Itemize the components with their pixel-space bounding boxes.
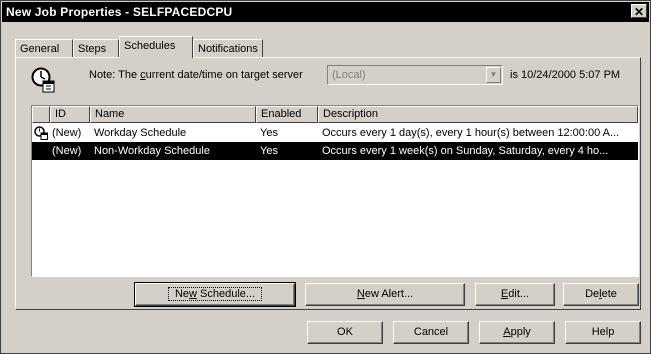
close-button[interactable]: ✕ — [631, 4, 647, 19]
table-row[interactable]: (New) Workday Schedule Yes Occurs every … — [32, 124, 638, 142]
column-header-enabled[interactable]: Enabled — [256, 106, 318, 123]
title-bar[interactable]: New Job Properties - SELFPACEDCPU ✕ — [2, 2, 649, 22]
tab-notifications[interactable]: Notifications — [193, 39, 263, 57]
row-enabled: Yes — [260, 145, 278, 157]
row-name: Workday Schedule — [94, 127, 187, 139]
row-name: Non-Workday Schedule — [94, 145, 210, 157]
table-row[interactable]: (New) Non-Workday Schedule Yes Occurs ev… — [32, 142, 638, 160]
row-enabled: Yes — [260, 127, 278, 139]
new-schedule-button[interactable]: New Schedule... — [134, 282, 296, 307]
row-id: (New) — [52, 127, 82, 139]
server-time-note: Note: The current date/time on target se… — [89, 69, 303, 81]
new-alert-button[interactable]: New Alert... — [305, 283, 465, 306]
column-header-name[interactable]: Name — [90, 106, 256, 123]
edit-button[interactable]: Edit... — [475, 283, 555, 306]
target-server-combo[interactable]: (Local) ▼ — [327, 65, 503, 85]
ok-button[interactable]: OK — [307, 321, 383, 344]
row-description: Occurs every 1 week(s) on Sunday, Saturd… — [322, 145, 609, 157]
server-datetime: is 10/24/2000 5:07 PM — [510, 69, 621, 81]
column-header-icon[interactable] — [32, 106, 50, 123]
column-header-id[interactable]: ID — [50, 106, 90, 123]
tab-steps[interactable]: Steps — [73, 39, 119, 57]
tab-schedules[interactable]: Schedules — [119, 36, 193, 58]
schedules-list[interactable]: ID Name Enabled Description (New) Workda… — [31, 105, 639, 277]
window-title: New Job Properties - SELFPACEDCPU — [6, 5, 233, 19]
row-description: Occurs every 1 day(s), every 1 hour(s) b… — [322, 127, 620, 139]
help-button[interactable]: Help — [565, 321, 641, 344]
target-server-value: (Local) — [332, 69, 366, 81]
schedule-icon — [34, 126, 48, 140]
clock-calendar-icon — [31, 67, 55, 93]
chevron-down-icon[interactable]: ▼ — [486, 67, 501, 83]
row-id: (New) — [52, 145, 82, 157]
tab-general[interactable]: General — [15, 39, 73, 57]
apply-button[interactable]: Apply — [479, 321, 555, 344]
job-properties-dialog: New Job Properties - SELFPACEDCPU ✕ Gene… — [0, 0, 651, 354]
column-header-description[interactable]: Description — [318, 106, 638, 123]
delete-button[interactable]: Delete — [563, 283, 639, 306]
cancel-button[interactable]: Cancel — [393, 321, 469, 344]
close-icon: ✕ — [633, 5, 645, 19]
